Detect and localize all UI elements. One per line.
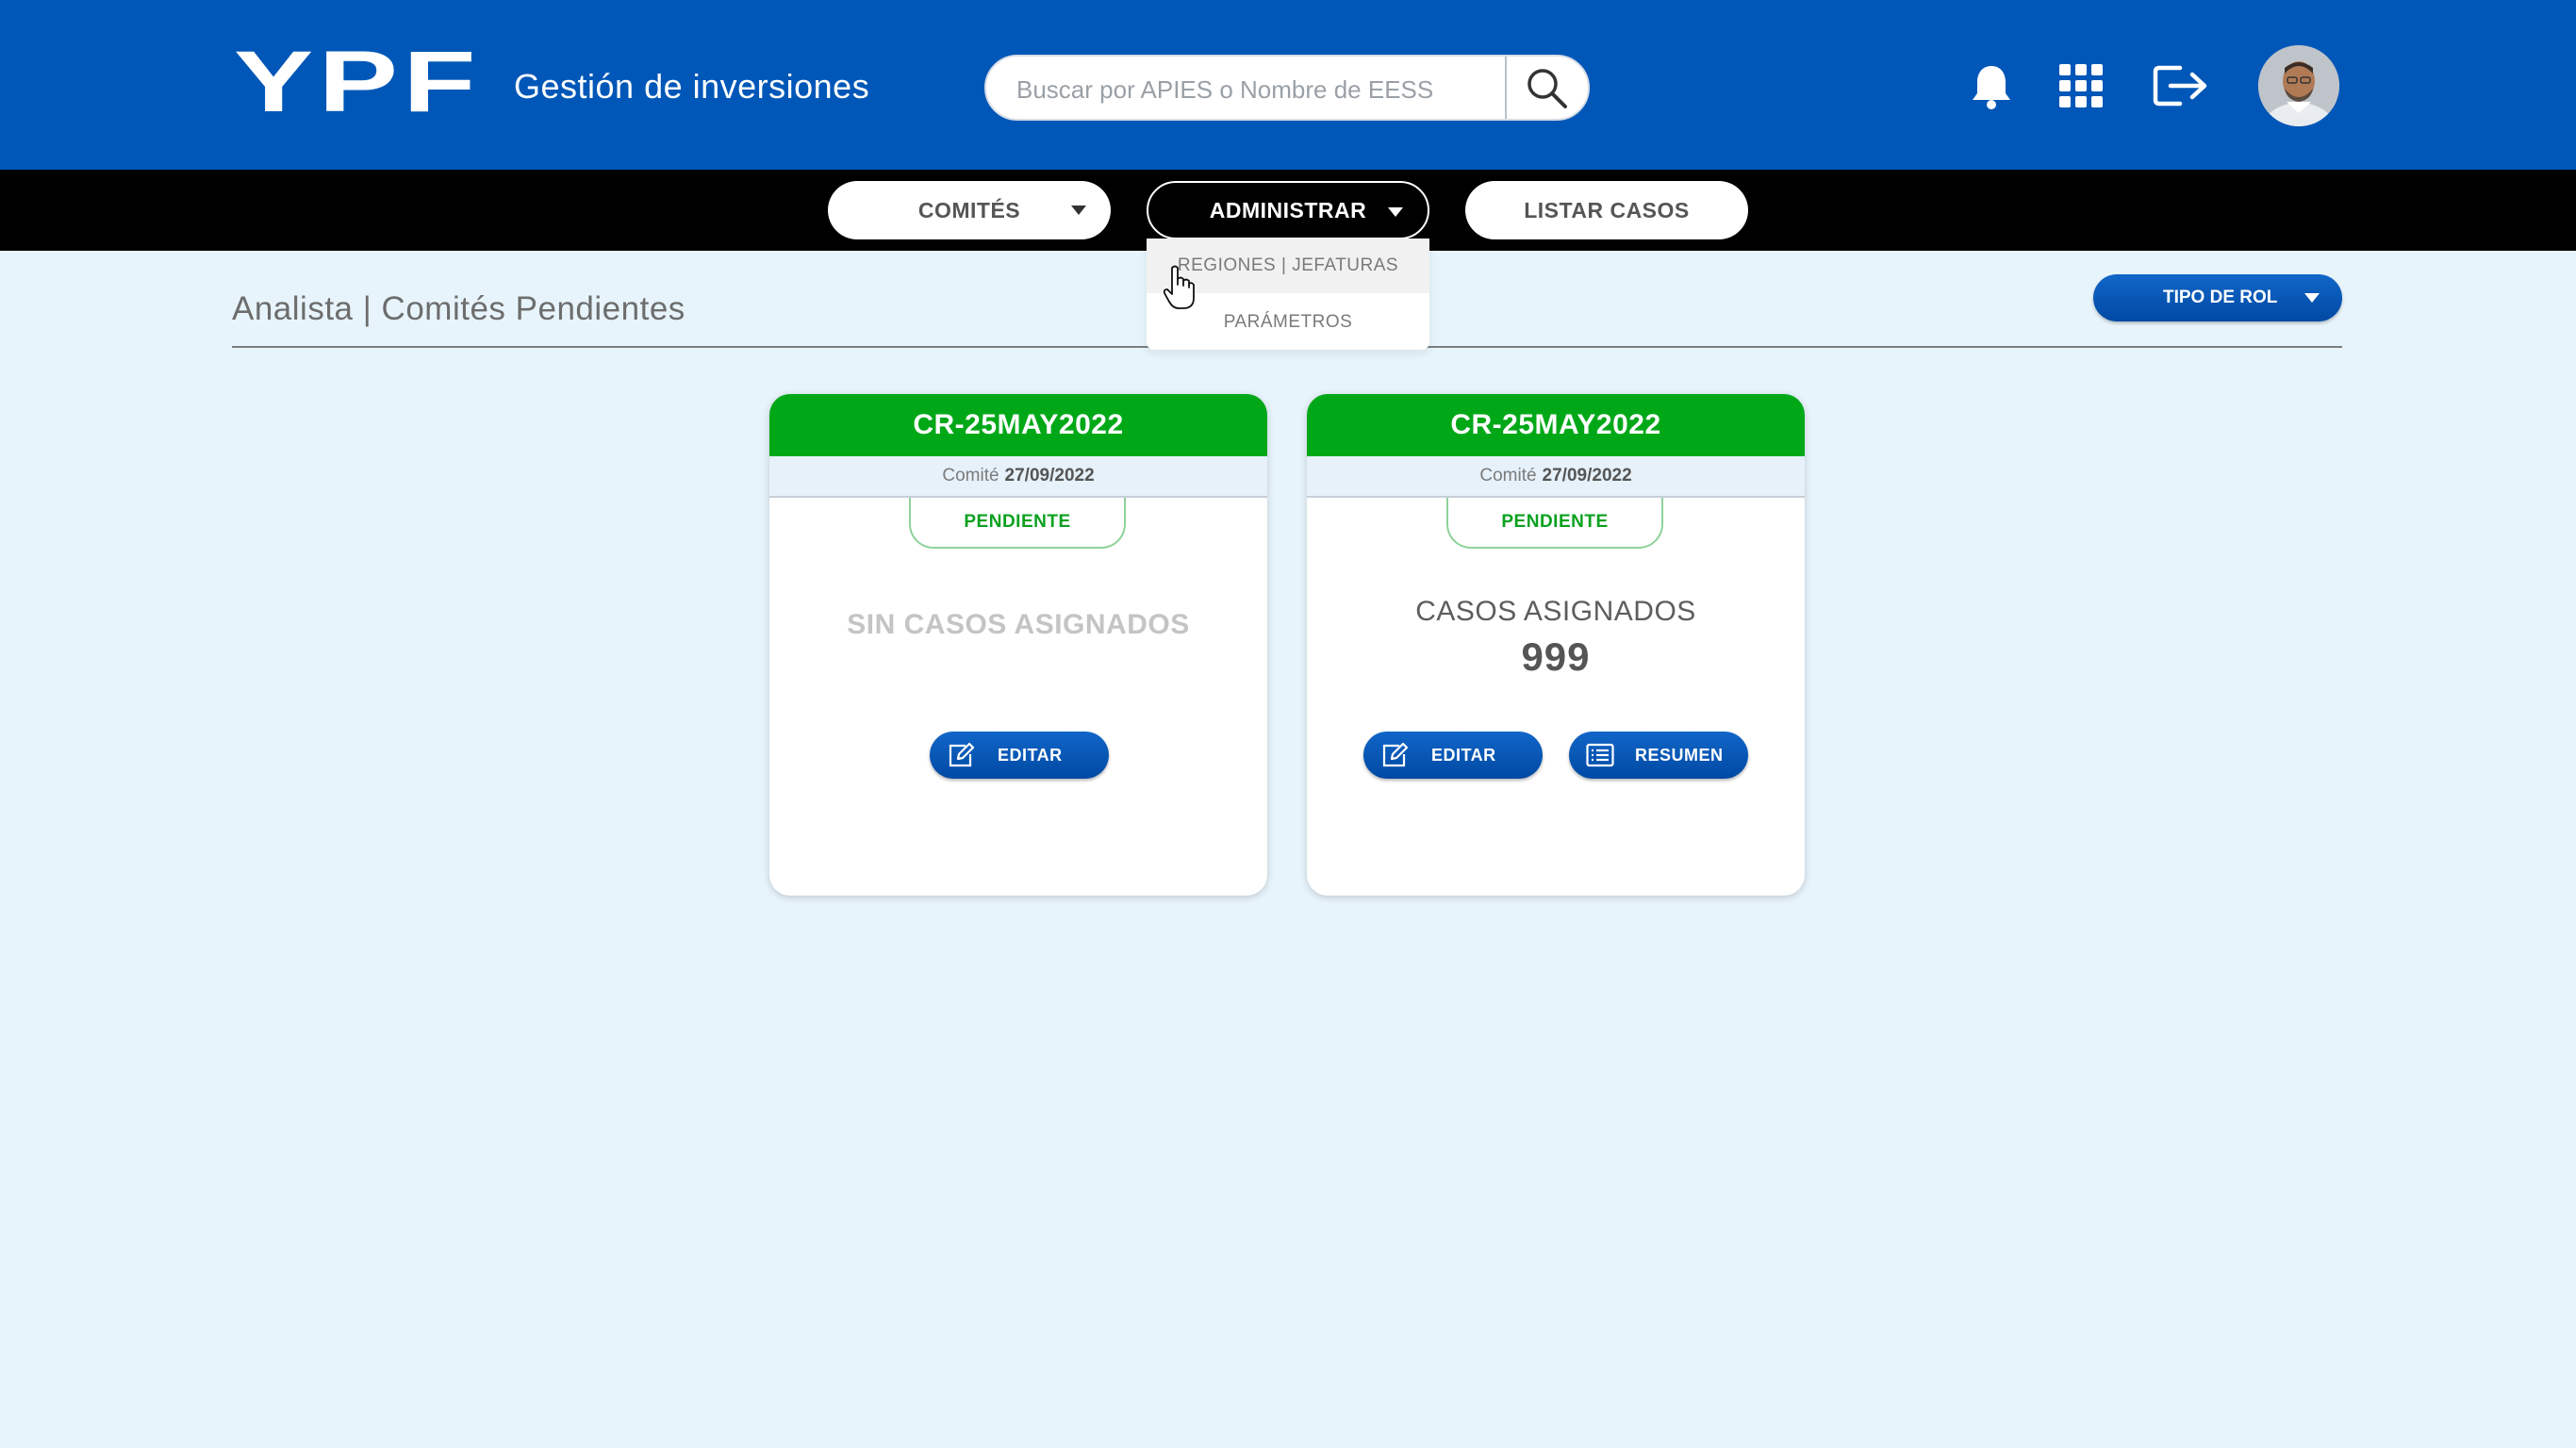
committee-code: CR-25MAY2022 xyxy=(1307,394,1805,456)
assigned-cases-count: 999 xyxy=(1521,634,1591,679)
committee-code: CR-25MAY2022 xyxy=(769,394,1267,456)
nav-administrar-dropdown[interactable]: ADMINISTRAR xyxy=(1147,181,1429,239)
ypf-logo[interactable]: YPF xyxy=(234,43,487,121)
search-input[interactable] xyxy=(1015,68,1527,111)
search-box xyxy=(984,55,1590,121)
search-button[interactable] xyxy=(1522,64,1573,111)
page-title: Analista | Comités Pendientes xyxy=(232,290,685,327)
nav-listar-casos-label: LISTAR CASOS xyxy=(1524,197,1690,222)
app-header: YPF Gestión de inversiones xyxy=(0,0,2576,170)
hand-cursor-icon xyxy=(1163,264,1196,311)
user-avatar[interactable] xyxy=(2258,45,2339,126)
committee-date-row: Comité 27/09/2022 xyxy=(769,456,1267,498)
committee-date: 27/09/2022 xyxy=(1004,466,1095,485)
empty-cases-message: SIN CASOS ASIGNADOS xyxy=(847,609,1190,640)
status-badge: PENDIENTE xyxy=(1446,498,1663,549)
menu-item-label: REGIONES | JEFATURAS xyxy=(1177,255,1399,275)
committee-card: CR-25MAY2022 Comité 27/09/2022 PENDIENTE… xyxy=(1307,394,1805,896)
chevron-down-icon xyxy=(1071,206,1086,215)
logout-icon[interactable] xyxy=(2152,62,2210,109)
search-divider xyxy=(1505,57,1507,119)
bell-icon[interactable] xyxy=(1969,62,2014,111)
chevron-down-icon xyxy=(1388,207,1403,217)
edit-button-label: EDITAR xyxy=(998,745,1063,765)
edit-button[interactable]: EDITAR xyxy=(1363,732,1543,779)
svg-text:YPF: YPF xyxy=(234,43,481,121)
role-type-label: TIPO DE ROL xyxy=(2163,288,2278,307)
committee-date-row: Comité 27/09/2022 xyxy=(1307,456,1805,498)
chevron-down-icon xyxy=(2304,293,2320,303)
nav-comites-dropdown[interactable]: COMITÉS xyxy=(828,181,1111,239)
role-type-dropdown[interactable]: TIPO DE ROL xyxy=(2093,274,2342,321)
summary-button-label: RESUMEN xyxy=(1635,745,1724,765)
nav-administrar-label: ADMINISTRAR xyxy=(1209,197,1367,222)
edit-button[interactable]: EDITAR xyxy=(930,732,1109,779)
status-badge: PENDIENTE xyxy=(909,498,1126,549)
apps-grid-icon[interactable] xyxy=(2059,64,2103,107)
menu-item-label: PARÁMETROS xyxy=(1223,312,1353,332)
committee-label: Comité xyxy=(942,466,999,485)
app-title: Gestión de inversiones xyxy=(514,67,870,106)
summary-button[interactable]: RESUMEN xyxy=(1569,732,1748,779)
search-icon xyxy=(1527,69,1567,108)
committee-date: 27/09/2022 xyxy=(1542,466,1632,485)
committee-label: Comité xyxy=(1479,466,1537,485)
nav-listar-casos[interactable]: LISTAR CASOS xyxy=(1465,181,1748,239)
nav-comites-label: COMITÉS xyxy=(917,197,1021,222)
assigned-cases-label: CASOS ASIGNADOS xyxy=(1415,596,1696,627)
committee-card: CR-25MAY2022 Comité 27/09/2022 PENDIENTE… xyxy=(769,394,1267,896)
edit-button-label: EDITAR xyxy=(1431,745,1496,765)
